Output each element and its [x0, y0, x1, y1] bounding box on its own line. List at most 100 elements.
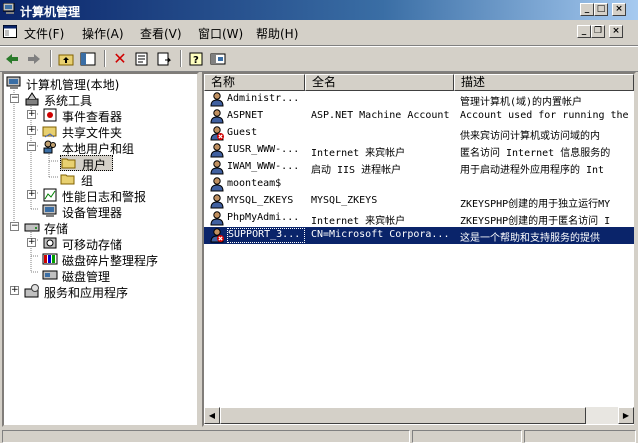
show-hide-tree-icon[interactable]	[78, 49, 98, 68]
table-row[interactable]: IWAM_WWW-... 启动 IIS 进程帐户 用于启动进程外应用程序的 Int	[204, 159, 634, 176]
toolbar-separator	[180, 50, 182, 67]
toolbar-separator	[104, 50, 106, 67]
delete-icon[interactable]: ✕	[110, 49, 130, 68]
cell-description: 这是一个帮助和支持服务的提供	[460, 233, 600, 244]
menu-window[interactable]: 窗口(W)	[198, 25, 243, 42]
services-icon	[24, 284, 39, 298]
tree-label-event-viewer: 事件查看器	[62, 110, 123, 124]
cell-description: 用于启动进程外应用程序的 Int	[460, 165, 605, 176]
properties-icon[interactable]	[132, 49, 152, 68]
collapse-toggle-icon[interactable]: −	[10, 222, 19, 231]
toolbar-separator	[50, 50, 52, 67]
table-row[interactable]: IUSR_WWW-... Internet 来宾帐户 匿名访问 Internet 信…	[204, 142, 634, 159]
cell-description: 供来宾访问计算机或访问域的内	[460, 131, 600, 142]
expand-toggle-icon[interactable]: +	[10, 286, 19, 295]
column-header-name[interactable]: 名称	[204, 74, 305, 91]
menu-file[interactable]: 文件(F)	[24, 25, 64, 42]
minimize-button[interactable]: _	[580, 3, 594, 16]
table-row[interactable]: MYSQL_ZKEYS MYSQL_ZKEYS ZKEYSPHP创建的用于独立运行M…	[204, 193, 634, 210]
cell-description: ZKEYSPHP创建的用于匿名访问 I	[460, 216, 611, 227]
user-icon	[210, 92, 224, 107]
user-icon	[210, 143, 224, 158]
tree-label-disk-management: 磁盘管理	[62, 270, 111, 284]
status-bar	[0, 429, 638, 443]
forward-arrow-icon[interactable]	[24, 49, 44, 68]
window-title: 计算机管理	[20, 5, 81, 19]
disk-management-icon	[42, 270, 58, 280]
cell-fullname: CN=Microsoft Corpora...	[311, 229, 450, 240]
table-row[interactable]: ASPNET ASP.NET Machine Account Account use…	[204, 108, 634, 125]
child-close-button[interactable]: ×	[609, 25, 623, 38]
tree-label-groups: 组	[81, 174, 94, 188]
user-icon	[210, 194, 224, 209]
child-restore-button[interactable]: ❐	[591, 25, 605, 38]
horizontal-scrollbar[interactable]: ◀ ▶	[204, 407, 634, 424]
cell-description: ZKEYSPHP创建的用于独立运行MY	[460, 199, 611, 210]
table-row[interactable]: moonteam$	[204, 176, 634, 193]
console-window-icon[interactable]	[3, 25, 17, 38]
expand-toggle-icon[interactable]: +	[27, 190, 36, 199]
cell-description: Account used for running the	[460, 110, 629, 121]
maximize-button[interactable]: □	[594, 3, 608, 16]
help-icon[interactable]: ?	[186, 49, 206, 68]
tree-pane[interactable]: 计算机管理(本地) − 系统工具 + 事件查看器 + 共享文件夹 − 本地用户和…	[2, 72, 199, 427]
scroll-left-button[interactable]: ◀	[204, 407, 220, 424]
disabled-user-icon	[210, 228, 224, 243]
menu-view[interactable]: 查看(V)	[140, 25, 182, 42]
expand-toggle-icon[interactable]: +	[27, 110, 36, 119]
cell-fullname: 启动 IIS 进程帐户	[311, 165, 402, 176]
cell-name: PhpMyAdmi...	[227, 212, 300, 223]
tree-label-services-apps: 服务和应用程序	[44, 286, 129, 300]
cell-fullname: MYSQL_ZKEYS	[311, 195, 378, 206]
event-viewer-icon	[43, 108, 57, 122]
up-folder-icon[interactable]	[56, 49, 76, 68]
tree-node-users-selected[interactable]: 用户	[60, 155, 113, 172]
tree-label-root: 计算机管理(本地)	[26, 78, 120, 92]
cell-fullname: Internet 来宾帐户	[311, 216, 406, 227]
folder-icon	[60, 174, 75, 185]
removable-storage-icon	[43, 237, 57, 249]
tree-label-device-manager: 设备管理器	[62, 206, 123, 220]
disabled-user-icon	[210, 126, 224, 141]
column-header-description[interactable]: 描述	[454, 74, 634, 91]
computer-management-icon	[3, 3, 15, 14]
child-minimize-button[interactable]: _	[577, 25, 591, 38]
tree-label-shared-folders: 共享文件夹	[62, 126, 123, 140]
performance-icon	[43, 188, 57, 202]
svg-text:?: ?	[193, 55, 199, 66]
table-row[interactable]: SUPPORT_3... CN=Microsoft Corpora... 这是一个帮…	[204, 227, 634, 244]
column-header-fullname[interactable]: 全名	[305, 74, 454, 91]
collapse-toggle-icon[interactable]: −	[10, 94, 19, 103]
cell-name: SUPPORT_3...	[227, 228, 305, 243]
shared-folder-icon	[42, 126, 57, 138]
tree-label-defrag: 磁盘碎片整理程序	[62, 254, 159, 268]
user-icon	[210, 211, 224, 226]
status-panel-3	[524, 430, 636, 443]
table-row[interactable]: Administr... 管理计算机(域)的内置帐户	[204, 91, 634, 108]
back-arrow-icon[interactable]	[2, 49, 22, 68]
users-list-view[interactable]: 名称 全名 描述 Administr... 管理计算机(域)的内置帐户 ASPNET…	[202, 72, 636, 427]
console-icon[interactable]	[208, 49, 228, 68]
tools-icon	[25, 92, 39, 106]
export-list-icon[interactable]	[154, 49, 174, 68]
expand-toggle-icon[interactable]: +	[27, 238, 36, 247]
cell-name: MYSQL_ZKEYS	[227, 195, 294, 206]
cell-description: 匿名访问 Internet 信息服务的	[460, 148, 611, 159]
cell-name: Guest	[227, 127, 258, 138]
menu-action[interactable]: 操作(A)	[82, 25, 124, 42]
tree-label-removable-storage: 可移动存储	[62, 238, 123, 252]
close-button[interactable]: ×	[612, 3, 626, 16]
table-row[interactable]: PhpMyAdmi... Internet 来宾帐户 ZKEYSPHP创建的用于匿名…	[204, 210, 634, 227]
scroll-right-button[interactable]: ▶	[618, 407, 634, 424]
defrag-icon	[42, 253, 58, 265]
title-bar[interactable]: 计算机管理 _ □ ×	[0, 0, 638, 20]
menu-help[interactable]: 帮助(H)	[256, 25, 298, 42]
users-group-icon	[43, 140, 56, 154]
device-manager-icon	[42, 204, 57, 217]
table-row[interactable]: Guest 供来宾访问计算机或访问域的内	[204, 125, 634, 142]
collapse-toggle-icon[interactable]: −	[27, 142, 36, 151]
cell-fullname: ASP.NET Machine Account	[311, 110, 450, 121]
scroll-thumb[interactable]	[220, 407, 586, 424]
cell-fullname: Internet 来宾帐户	[311, 148, 406, 159]
expand-toggle-icon[interactable]: +	[27, 126, 36, 135]
